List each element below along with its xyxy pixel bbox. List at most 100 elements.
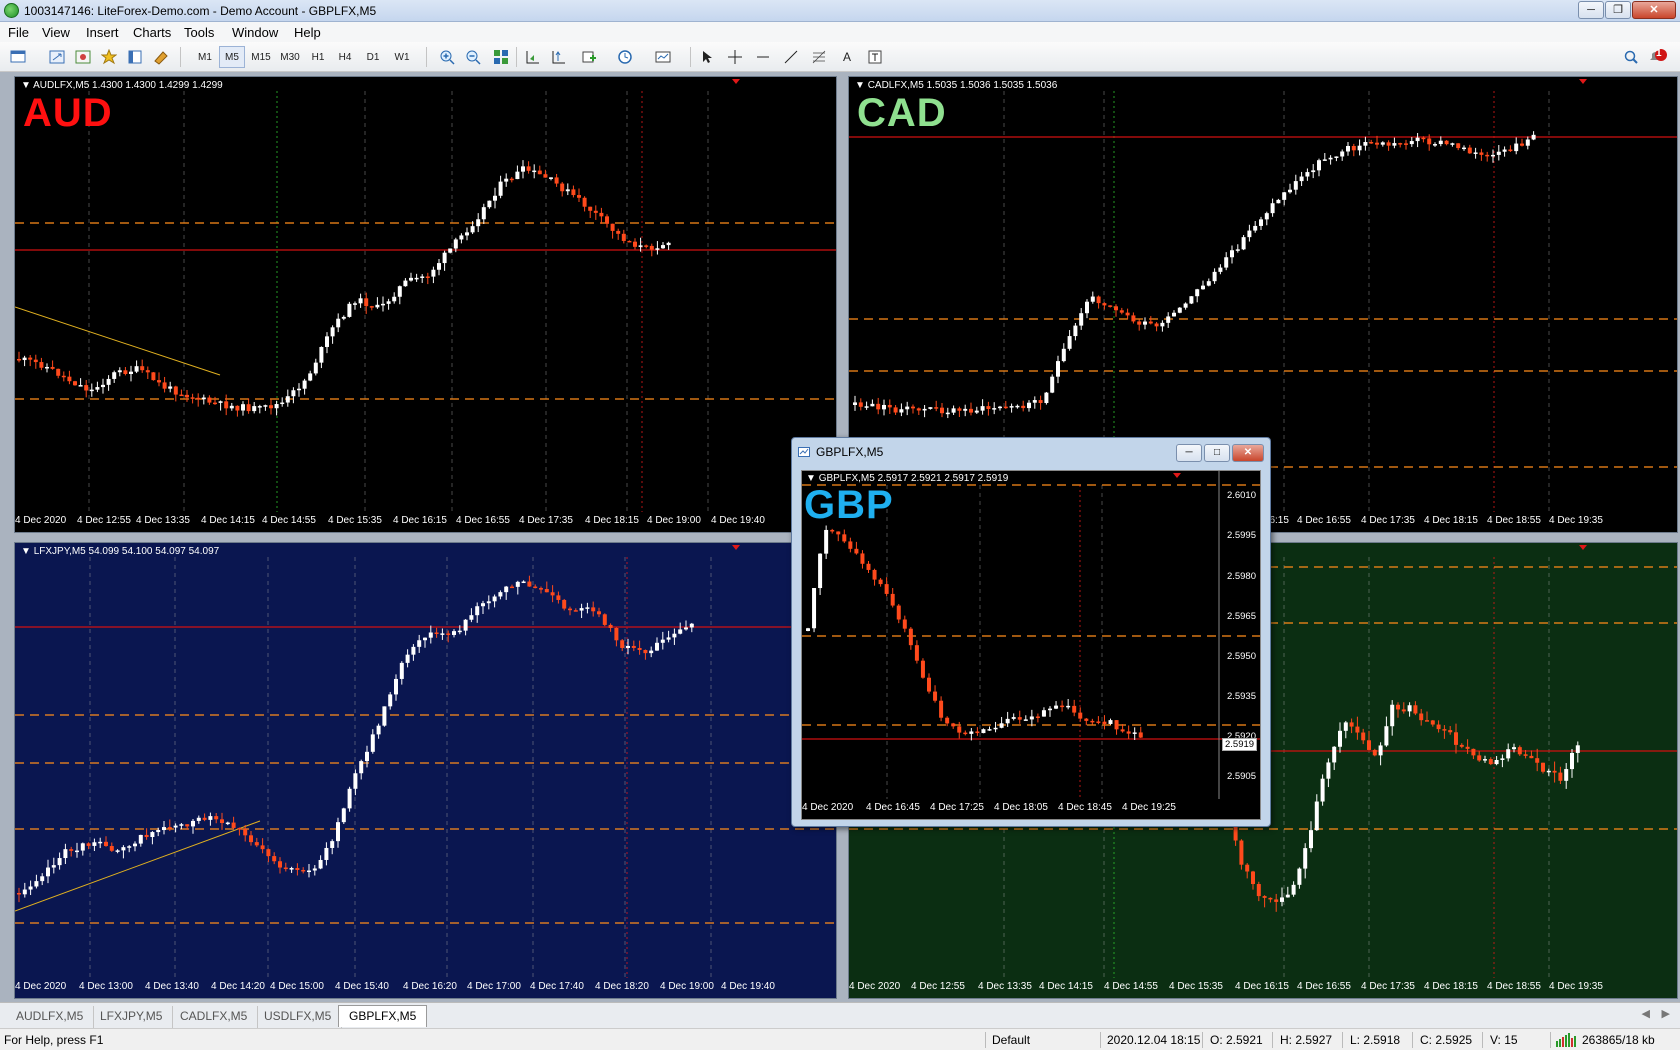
cursor-icon[interactable] (696, 46, 718, 68)
candle-bear (509, 178, 514, 181)
candle-bear (593, 210, 598, 213)
tab-scroll-right-icon[interactable]: ▶ (1662, 1007, 1670, 1020)
terminal-icon[interactable] (150, 46, 172, 68)
periods-icon[interactable] (614, 46, 636, 68)
timeframe-m30[interactable]: M30 (277, 46, 303, 68)
timeframe-h4[interactable]: H4 (332, 46, 358, 68)
timeframe-m5[interactable]: M5 (219, 46, 245, 68)
candle-bear (269, 405, 273, 409)
candle-bear (202, 817, 207, 820)
timeframe-w1[interactable]: W1 (389, 46, 415, 68)
candle-bull (515, 171, 520, 180)
chart-menu-icon[interactable]: ▼ (21, 546, 31, 557)
timeframe-m15[interactable]: M15 (248, 46, 274, 68)
app-icon (4, 3, 19, 18)
fibonacci-icon[interactable] (808, 46, 830, 68)
candle-bull (173, 825, 178, 828)
tile-windows-icon[interactable] (490, 46, 512, 68)
candle-bull (1166, 316, 1171, 323)
text-label-icon[interactable] (864, 46, 886, 68)
price-axis-label: 2.5980 (1226, 571, 1256, 582)
close-button[interactable]: ✕ (1632, 1, 1676, 19)
trendline (15, 820, 261, 912)
text-icon[interactable]: A (836, 46, 858, 68)
candle-bull (870, 403, 875, 407)
minimize-button[interactable]: ─ (1578, 1, 1604, 19)
candle-bull (493, 195, 497, 201)
navigator-icon[interactable] (124, 46, 146, 68)
chart-window-audlfx[interactable]: ▼ AUDLFX,M5 1.4300 1.4300 1.4299 1.4299 … (14, 76, 837, 533)
tab-usdlfx[interactable]: USDLFX,M5 (254, 1006, 343, 1028)
candle-bear (1154, 323, 1159, 327)
timeframe-d1[interactable]: D1 (360, 46, 386, 68)
chart-window-lfxjpy[interactable]: ▼ LFXJPY,M5 54.099 54.100 54.097 54.097 … (14, 542, 837, 999)
new-chart-icon[interactable] (8, 46, 30, 68)
chart-menu-icon[interactable]: ▼ (21, 80, 31, 91)
candle-bull (824, 529, 829, 554)
chart-menu-icon[interactable]: ▼ (855, 80, 865, 91)
chart-shift-icon[interactable] (522, 46, 544, 68)
indicators-icon[interactable] (578, 46, 600, 68)
candle-bull (394, 678, 398, 695)
candle-bear (1351, 145, 1356, 151)
candle-bull (263, 405, 268, 407)
candle-bull (440, 633, 445, 635)
timeframe-m1[interactable]: M1 (192, 46, 218, 68)
trendline-icon[interactable] (780, 46, 802, 68)
candle-bear (866, 563, 871, 570)
candle-bull (40, 876, 45, 882)
time-axis-label: 4 Dec 13:40 (145, 981, 199, 992)
candle-bull (1380, 142, 1385, 145)
candle-bull (80, 843, 85, 851)
menu-tools[interactable]: Tools (184, 25, 214, 40)
fullscreen-icon[interactable] (46, 46, 68, 68)
menu-file[interactable]: File (8, 25, 29, 40)
restore-button[interactable]: ❐ (1605, 1, 1631, 19)
candle-bear (1038, 400, 1043, 404)
menu-window[interactable]: Window (232, 25, 278, 40)
search-icon[interactable] (1620, 46, 1642, 68)
candle-bear (1096, 721, 1101, 723)
time-axis: 4 Dec 2020 4 Dec 13:00 4 Dec 13:40 4 Dec 14… (15, 976, 836, 998)
status-volume: V: 15 (1490, 1033, 1518, 1047)
candle-bull (504, 178, 509, 182)
tab-cadlfx[interactable]: CADLFX,M5 (170, 1006, 259, 1028)
tab-audlfx[interactable]: AUDLFX,M5 (6, 1006, 95, 1028)
crosshair-icon[interactable] (724, 46, 746, 68)
gbp-close-button[interactable]: ✕ (1232, 444, 1264, 462)
autoscroll-icon[interactable] (548, 46, 570, 68)
menu-insert[interactable]: Insert (86, 25, 119, 40)
market-watch-icon[interactable] (72, 46, 94, 68)
zoom-out-icon[interactable] (462, 46, 484, 68)
candle-bear (1465, 746, 1470, 749)
candle-bear (637, 647, 642, 651)
menu-help[interactable]: Help (294, 25, 321, 40)
tab-gbplfx[interactable]: GBPLFX,M5 (338, 1005, 428, 1027)
favorites-icon[interactable] (98, 46, 120, 68)
candle-bear (1558, 772, 1563, 781)
candle-bull (469, 615, 474, 620)
tab-scroll-left-icon[interactable]: ◀ (1642, 1007, 1650, 1020)
notifications-icon[interactable]: 1 (1646, 46, 1668, 68)
candle-bull (1212, 271, 1217, 282)
candle-bear (1126, 731, 1131, 734)
menu-charts[interactable]: Charts (133, 25, 171, 40)
candle-bull (51, 865, 56, 868)
tab-lfxjpy[interactable]: LFXJPY,M5 (90, 1006, 174, 1028)
candle-bull (1322, 159, 1327, 161)
candle-bull (1496, 151, 1501, 155)
candle-bull (409, 277, 413, 281)
timeframe-h1[interactable]: H1 (305, 46, 331, 68)
lfxjpy-caption: LFXJPY,M5 54.099 54.100 54.097 54.097 (33, 546, 220, 557)
horizontal-line-icon[interactable] (752, 46, 774, 68)
templates-icon[interactable] (652, 46, 674, 68)
gbp-maximize-button[interactable]: □ (1204, 444, 1230, 462)
candle-bull (1172, 312, 1176, 317)
menu-view[interactable]: View (42, 25, 70, 40)
candle-bear (1425, 720, 1429, 722)
zoom-in-icon[interactable] (436, 46, 458, 68)
candle-bear (842, 534, 847, 542)
chart-window-gbplfx[interactable]: GBPLFX,M5 ─ □ ✕ ▼ GBPLFX,M5 2.5917 2.592… (791, 437, 1271, 827)
gbp-minimize-button[interactable]: ─ (1176, 444, 1202, 462)
candle-bear (605, 216, 609, 224)
